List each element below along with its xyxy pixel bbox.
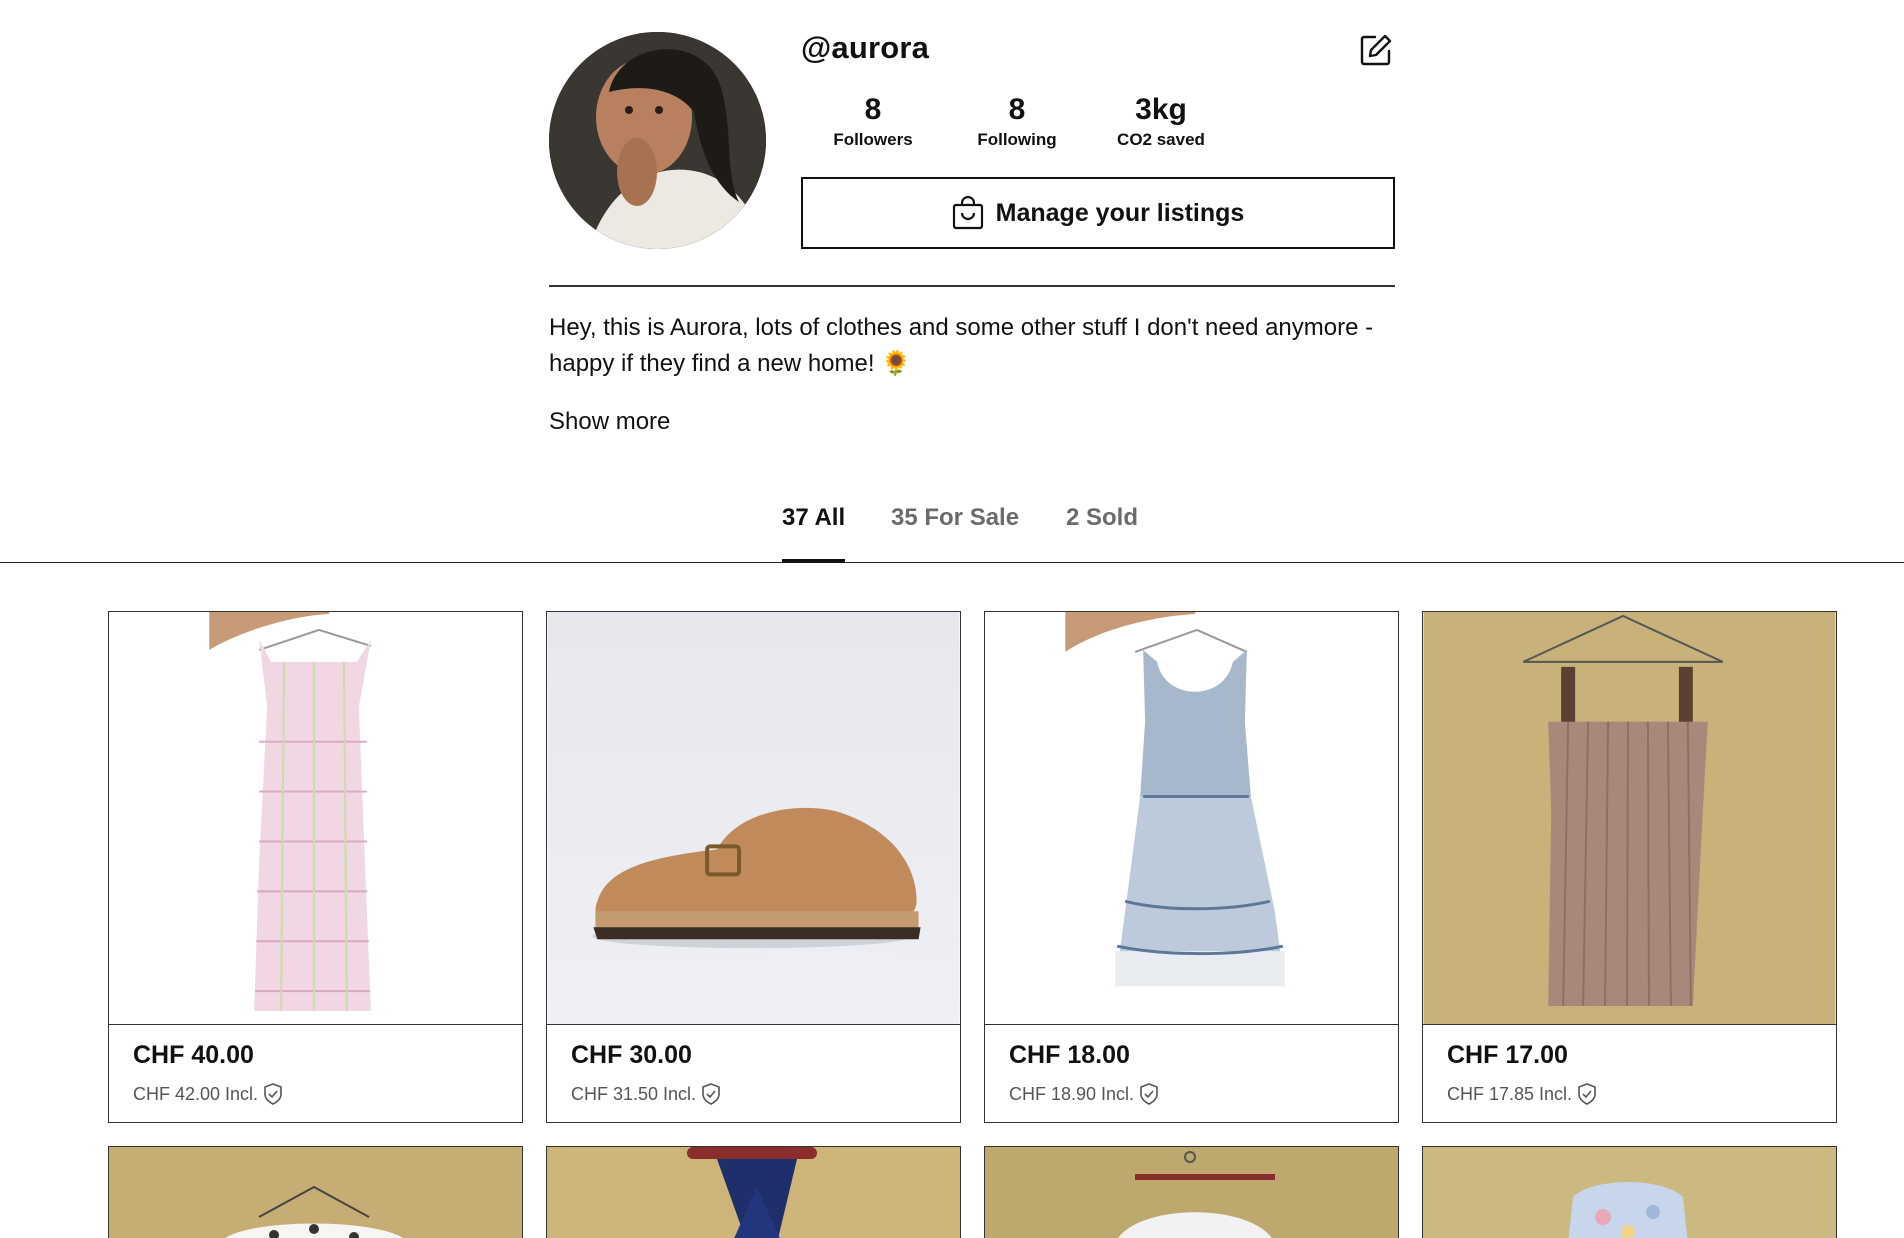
- listing-card[interactable]: [1422, 1146, 1837, 1238]
- listing-price: CHF 40.00: [133, 1041, 254, 1069]
- listing-card[interactable]: [108, 1146, 523, 1238]
- followers-stat[interactable]: 8 Followers: [801, 92, 945, 150]
- manage-listings-label: Manage your listings: [995, 198, 1245, 227]
- profile-stats: 8 Followers 8 Following 3kg CO2 saved: [801, 92, 1233, 150]
- listing-incl-price: CHF 31.50 Incl.: [571, 1083, 721, 1105]
- tab-sold[interactable]: 2 Sold: [1066, 504, 1138, 562]
- listing-price: CHF 17.00: [1447, 1041, 1568, 1069]
- edit-icon: [1360, 34, 1392, 66]
- tab-all[interactable]: 37 All: [782, 504, 846, 563]
- username: @aurora: [801, 30, 930, 65]
- co2-label: CO2 saved: [1117, 130, 1205, 149]
- listing-card[interactable]: CHF 30.00 CHF 31.50 Incl.: [546, 611, 961, 1123]
- listing-image: [985, 612, 1398, 1025]
- incl-price-text: CHF 31.50 Incl.: [571, 1083, 697, 1104]
- listing-image: [1423, 612, 1836, 1025]
- listing-card[interactable]: [984, 1146, 1399, 1238]
- listing-incl-price: CHF 42.00 Incl.: [133, 1083, 283, 1105]
- following-count: 8: [1008, 93, 1026, 126]
- listing-price: CHF 18.00: [1009, 1041, 1130, 1069]
- divider: [549, 285, 1395, 287]
- following-stat[interactable]: 8 Following: [945, 92, 1089, 150]
- listing-card[interactable]: CHF 18.00 CHF 18.90 Incl.: [984, 611, 1399, 1123]
- buyer-protection-icon: [1578, 1083, 1596, 1105]
- profile-bio: Hey, this is Aurora, lots of clothes and…: [549, 314, 1374, 377]
- listing-card[interactable]: CHF 17.00 CHF 17.85 Incl.: [1422, 611, 1837, 1123]
- avatar-image: [549, 32, 766, 249]
- incl-price-text: CHF 18.90 Incl.: [1009, 1083, 1135, 1104]
- listing-image: [109, 612, 522, 1025]
- shopping-bag-icon: [952, 196, 983, 230]
- edit-profile-button[interactable]: [1358, 32, 1394, 68]
- avatar[interactable]: [549, 32, 766, 249]
- incl-price-text: CHF 42.00 Incl.: [133, 1083, 259, 1104]
- listing-image: [109, 1147, 522, 1238]
- manage-listings-button[interactable]: Manage your listings: [801, 177, 1395, 249]
- buyer-protection-icon: [1140, 1083, 1158, 1105]
- following-label: Following: [977, 130, 1057, 149]
- followers-label: Followers: [833, 130, 913, 149]
- co2-stat: 3kg CO2 saved: [1089, 92, 1233, 150]
- listing-card[interactable]: [546, 1146, 961, 1238]
- listing-tabs: 37 All 35 For Sale 2 Sold: [0, 498, 1904, 563]
- listing-image: [985, 1147, 1398, 1238]
- listing-price: CHF 30.00: [571, 1041, 692, 1069]
- buyer-protection-icon: [702, 1083, 720, 1105]
- listing-incl-price: CHF 17.85 Incl.: [1447, 1083, 1597, 1105]
- co2-value: 3kg: [1135, 93, 1187, 126]
- tab-for-sale[interactable]: 35 For Sale: [891, 504, 1019, 562]
- listing-image: [547, 1147, 960, 1238]
- listing-card[interactable]: CHF 40.00 CHF 42.00 Incl.: [108, 611, 523, 1123]
- buyer-protection-icon: [264, 1083, 282, 1105]
- listing-image: [547, 612, 960, 1025]
- show-more-link[interactable]: Show more: [549, 408, 670, 436]
- followers-count: 8: [864, 93, 882, 126]
- incl-price-text: CHF 17.85 Incl.: [1447, 1083, 1573, 1104]
- listing-image: [1423, 1147, 1836, 1238]
- listing-incl-price: CHF 18.90 Incl.: [1009, 1083, 1159, 1105]
